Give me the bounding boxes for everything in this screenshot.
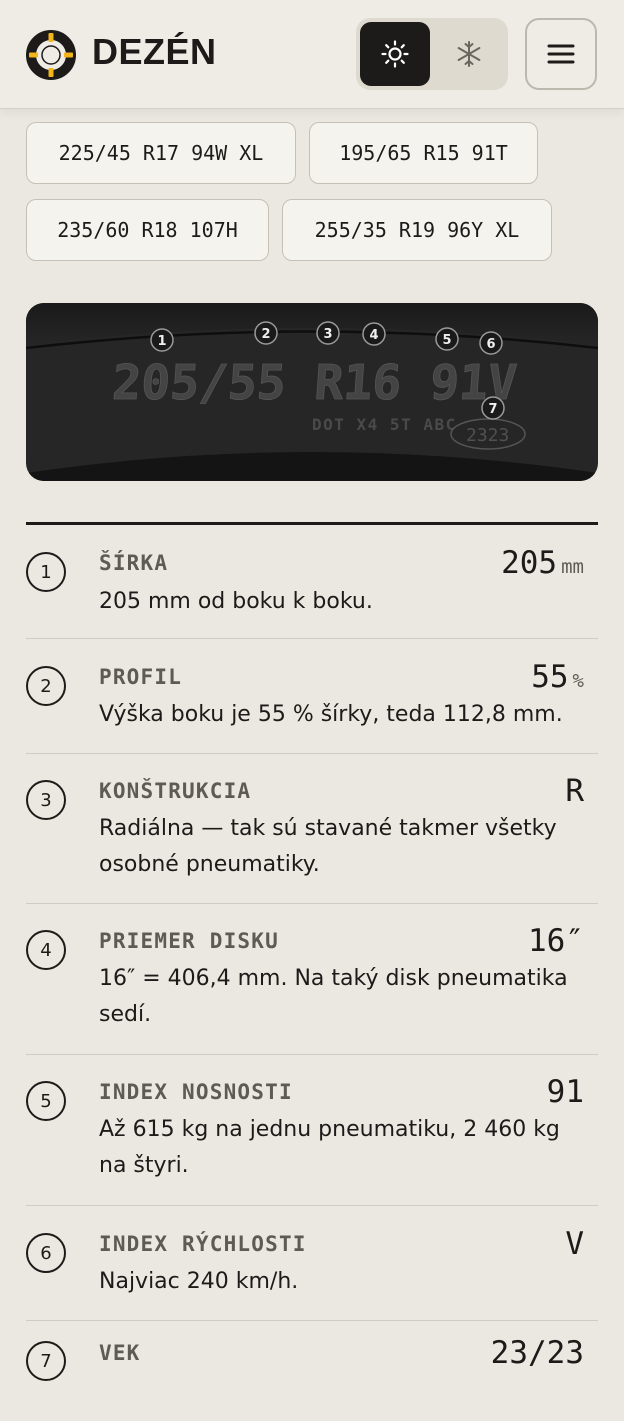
size-chip[interactable]: 225/45 R17 94W XL	[26, 122, 296, 184]
spec-item-load-index: 5 INDEX NOSNOSTI 91 Až 615 kg na jednu p…	[26, 1055, 598, 1206]
tire-marker-3[interactable]: 3	[316, 321, 340, 345]
spec-value: 23/23	[490, 1335, 584, 1371]
spec-item-profile: 2 PROFIL 55% Výška boku je 55 % šírky, t…	[26, 639, 598, 754]
tire-marker-6[interactable]: 6	[479, 331, 503, 355]
spec-value: 16″	[528, 923, 584, 959]
spec-description: Až 615 kg na jednu pneumatiku, 2 460 kg …	[99, 1117, 560, 1178]
spec-description: Najviac 240 km/h.	[99, 1269, 299, 1294]
size-chip[interactable]: 235/60 R18 107H	[26, 199, 269, 261]
tire-marker-5[interactable]: 5	[435, 327, 459, 351]
tire-dot-code: DOT X4 5T ABC	[312, 415, 457, 434]
svg-text:3: 3	[323, 327, 332, 342]
spec-number: 1	[26, 552, 66, 592]
app-header: DEZÉN	[0, 0, 624, 109]
spec-value: 205 mm	[501, 545, 584, 581]
spec-item-rim-diameter: 4 PRIEMER DISKU 16″ 16″ = 406,4 mm. Na t…	[26, 904, 598, 1055]
spec-description: 205 mm od boku k boku.	[99, 589, 373, 614]
spec-value: R	[565, 773, 584, 809]
summer-button[interactable]	[360, 22, 430, 86]
tire-marker-7[interactable]: 7	[481, 396, 505, 420]
season-toggle	[356, 18, 508, 90]
spec-number: 6	[26, 1233, 66, 1273]
svg-text:6: 6	[486, 337, 495, 352]
svg-text:4: 4	[369, 328, 378, 343]
spec-label: INDEX RÝCHLOSTI	[99, 1232, 307, 1256]
tire-marker-4[interactable]: 4	[362, 322, 386, 346]
spec-label: INDEX NOSNOSTI	[99, 1080, 293, 1104]
winter-button[interactable]	[434, 22, 504, 86]
spec-item-construction: 3 KONŠTRUKCIA R Radiálna — tak sú stavan…	[26, 754, 598, 904]
tire-marker-2[interactable]: 2	[254, 321, 278, 345]
snowflake-icon	[457, 41, 481, 67]
brand-name[interactable]: DEZÉN	[92, 31, 217, 73]
spec-unit: %	[572, 670, 584, 692]
spec-label: PRIEMER DISKU	[99, 929, 279, 953]
tire-logo-icon	[26, 30, 76, 80]
spec-label: PROFIL	[99, 665, 183, 689]
spec-value: 91	[546, 1074, 584, 1110]
spec-value: 55%	[531, 659, 584, 695]
spec-label: ŠÍRKA	[99, 551, 169, 575]
spec-item-width: 1 ŠÍRKA 205 mm 205 mm od boku k boku.	[26, 525, 598, 639]
spec-item-speed-index: 6 INDEX RÝCHLOSTI V Najviac 240 km/h.	[26, 1206, 598, 1321]
spec-description: Výška boku je 55 % šírky, teda 112,8 mm.	[99, 702, 563, 727]
sun-icon	[381, 40, 409, 68]
spec-label: VEK	[99, 1341, 141, 1365]
size-chip[interactable]: 255/35 R19 96Y XL	[282, 199, 552, 261]
hamburger-menu-icon	[547, 44, 575, 64]
svg-text:2: 2	[261, 327, 270, 342]
svg-text:7: 7	[488, 402, 497, 417]
spec-description: 16″ = 406,4 mm. Na taký disk pneumatika …	[99, 966, 568, 1027]
tire-sidewall-illustration: 205/55 R16 91V DOT X4 5T ABC 2323 1 2 3 …	[26, 303, 598, 481]
spec-number: 7	[26, 1341, 66, 1381]
spec-item-age: 7 VEK 23/23	[26, 1321, 598, 1421]
svg-text:1: 1	[157, 334, 166, 349]
spec-description: Radiálna — tak sú stavané takmer všetky …	[99, 816, 557, 877]
spec-unit: mm	[561, 556, 584, 578]
tire-marker-1[interactable]: 1	[150, 328, 174, 352]
tire-size-embossed-text: 205/55 R16 91V	[110, 355, 518, 411]
menu-button[interactable]	[525, 18, 597, 90]
svg-text:5: 5	[442, 333, 451, 348]
spec-list: 1 ŠÍRKA 205 mm 205 mm od boku k boku. 2 P…	[26, 522, 598, 1421]
size-chip[interactable]: 195/65 R15 91T	[309, 122, 538, 184]
spec-number: 5	[26, 1081, 66, 1121]
spec-number: 4	[26, 930, 66, 970]
spec-value: V	[565, 1226, 584, 1262]
spec-number: 2	[26, 666, 66, 706]
spec-label: KONŠTRUKCIA	[99, 779, 252, 803]
spec-number: 3	[26, 780, 66, 820]
tire-date-code: 2323	[466, 425, 509, 446]
